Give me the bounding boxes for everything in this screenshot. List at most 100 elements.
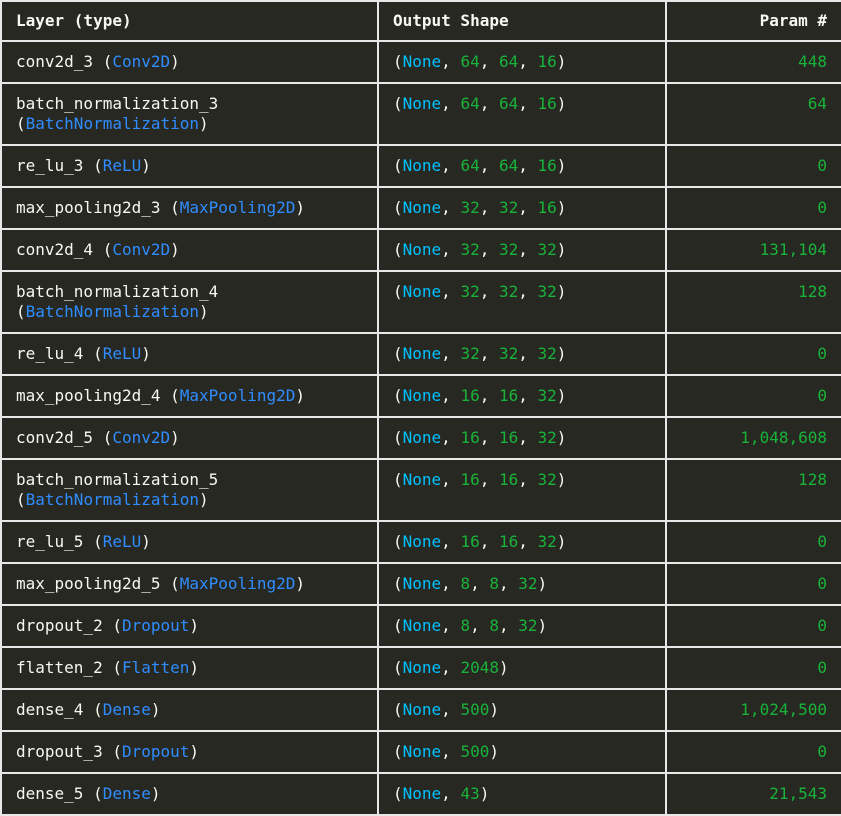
table-row: batch_normalization_5 (BatchNormalization… <box>0 458 841 522</box>
shape-batch-dim: None <box>402 198 442 217</box>
output-shape-cell: (None, 43) <box>377 772 667 816</box>
layer-name: batch_normalization_5 <box>16 470 219 489</box>
shape-batch-dim: None <box>402 742 442 761</box>
shape-dim: 32 <box>537 470 557 489</box>
shape-dim: 16 <box>460 386 480 405</box>
output-shape-cell: (None, 16, 16, 32) <box>377 458 667 522</box>
param-count-cell: 21,543 <box>665 772 841 816</box>
layer-type: BatchNormalization <box>25 490 200 509</box>
table-row: re_lu_5 (ReLU) (None, 16, 16, 32) 0 <box>0 520 841 564</box>
shape-dim: 32 <box>537 282 557 301</box>
shape-batch-dim: None <box>402 52 442 71</box>
param-count: 0 <box>817 198 827 217</box>
param-count-cell: 0 <box>665 520 841 564</box>
layer-name: max_pooling2d_3 <box>16 198 161 217</box>
shape-dim: 16 <box>460 428 480 447</box>
shape-dim: 32 <box>537 240 557 259</box>
shape-dim: 8 <box>460 574 471 593</box>
param-count: 0 <box>817 616 827 635</box>
layer-type: Conv2D <box>112 428 171 447</box>
shape-batch-dim: None <box>402 784 442 803</box>
param-count: 21,543 <box>769 784 827 803</box>
param-count-cell: 1,024,500 <box>665 688 841 732</box>
shape-batch-dim: None <box>402 532 442 551</box>
table-row: conv2d_4 (Conv2D) (None, 32, 32, 32) 131,1… <box>0 228 841 272</box>
output-shape-cell: (None, 2048) <box>377 646 667 690</box>
shape-dim: 16 <box>498 532 519 551</box>
table-row: max_pooling2d_3 (MaxPooling2D) (None, 32,… <box>0 186 841 230</box>
shape-dim: 64 <box>498 156 519 175</box>
shape-dim: 32 <box>460 240 480 259</box>
param-count: 131,104 <box>759 240 827 259</box>
shape-dim: 500 <box>460 700 490 719</box>
param-count: 128 <box>798 282 827 301</box>
model-summary-table: Layer (type) Output Shape Param # conv2d… <box>0 0 841 816</box>
table-row: re_lu_3 (ReLU) (None, 64, 64, 16) 0 <box>0 144 841 188</box>
shape-dim: 16 <box>498 386 519 405</box>
table-row: dense_4 (Dense) (None, 500) 1,024,500 <box>0 688 841 732</box>
param-count: 1,048,608 <box>740 428 827 447</box>
shape-dim: 32 <box>498 240 519 259</box>
output-shape-cell: (None, 32, 32, 32) <box>377 270 667 334</box>
layer-type: Conv2D <box>112 52 171 71</box>
table-row: max_pooling2d_5 (MaxPooling2D) (None, 8, … <box>0 562 841 606</box>
shape-dim: 32 <box>460 344 480 363</box>
param-count: 0 <box>817 386 827 405</box>
shape-dim: 32 <box>537 386 557 405</box>
layer-cell: max_pooling2d_3 (MaxPooling2D) <box>0 186 379 230</box>
shape-dim: 32 <box>460 198 480 217</box>
param-count: 0 <box>817 742 827 761</box>
shape-batch-dim: None <box>402 386 442 405</box>
layer-cell: conv2d_3 (Conv2D) <box>0 40 379 84</box>
output-shape-cell: (None, 16, 16, 32) <box>377 416 667 460</box>
table-row: dropout_2 (Dropout) (None, 8, 8, 32) 0 <box>0 604 841 648</box>
shape-dim: 2048 <box>460 658 499 677</box>
table-row: flatten_2 (Flatten) (None, 2048) 0 <box>0 646 841 690</box>
output-shape-header: Output Shape <box>377 0 667 42</box>
param-count: 0 <box>817 574 827 593</box>
layer-type: Dense <box>102 700 151 719</box>
param-count-cell: 0 <box>665 730 841 774</box>
output-shape-cell: (None, 64, 64, 16) <box>377 82 667 146</box>
table-row: batch_normalization_3 (BatchNormalization… <box>0 82 841 146</box>
table-header: Layer (type) Output Shape Param # <box>0 0 841 42</box>
param-count-cell: 0 <box>665 646 841 690</box>
layer-name: dropout_3 <box>16 742 103 761</box>
shape-dim: 64 <box>460 94 480 113</box>
layer-cell: flatten_2 (Flatten) <box>0 646 379 690</box>
output-shape-cell: (None, 32, 32, 32) <box>377 228 667 272</box>
shape-dim: 64 <box>498 52 519 71</box>
layer-name: batch_normalization_3 <box>16 94 219 113</box>
table-row: conv2d_3 (Conv2D) (None, 64, 64, 16) 448 <box>0 40 841 84</box>
shape-batch-dim: None <box>402 344 442 363</box>
shape-batch-dim: None <box>402 700 442 719</box>
output-shape-cell: (None, 16, 16, 32) <box>377 520 667 564</box>
param-count-cell: 1,048,608 <box>665 416 841 460</box>
layer-name: max_pooling2d_5 <box>16 574 161 593</box>
param-count: 448 <box>798 52 827 71</box>
layer-cell: batch_normalization_3 (BatchNormalization… <box>0 82 379 146</box>
param-count-header: Param # <box>665 0 841 42</box>
layer-name: dropout_2 <box>16 616 103 635</box>
shape-dim: 32 <box>518 616 538 635</box>
shape-dim: 16 <box>537 198 557 217</box>
layer-cell: re_lu_3 (ReLU) <box>0 144 379 188</box>
layer-cell: dense_4 (Dense) <box>0 688 379 732</box>
param-count-cell: 0 <box>665 332 841 376</box>
table-row: batch_normalization_4 (BatchNormalization… <box>0 270 841 334</box>
param-count: 128 <box>798 470 827 489</box>
shape-batch-dim: None <box>402 574 442 593</box>
layer-name: dense_5 <box>16 784 84 803</box>
shape-dim: 16 <box>537 156 557 175</box>
layer-type: ReLU <box>102 344 142 363</box>
shape-batch-dim: None <box>402 616 442 635</box>
layer-name: dense_4 <box>16 700 84 719</box>
layer-type: Dropout <box>121 616 190 635</box>
shape-dim: 43 <box>460 784 480 803</box>
layer-type: ReLU <box>102 156 142 175</box>
param-count-cell: 0 <box>665 562 841 606</box>
shape-batch-dim: None <box>402 282 442 301</box>
layer-name: conv2d_3 <box>16 52 94 71</box>
param-count: 1,024,500 <box>740 700 827 719</box>
shape-batch-dim: None <box>402 428 442 447</box>
